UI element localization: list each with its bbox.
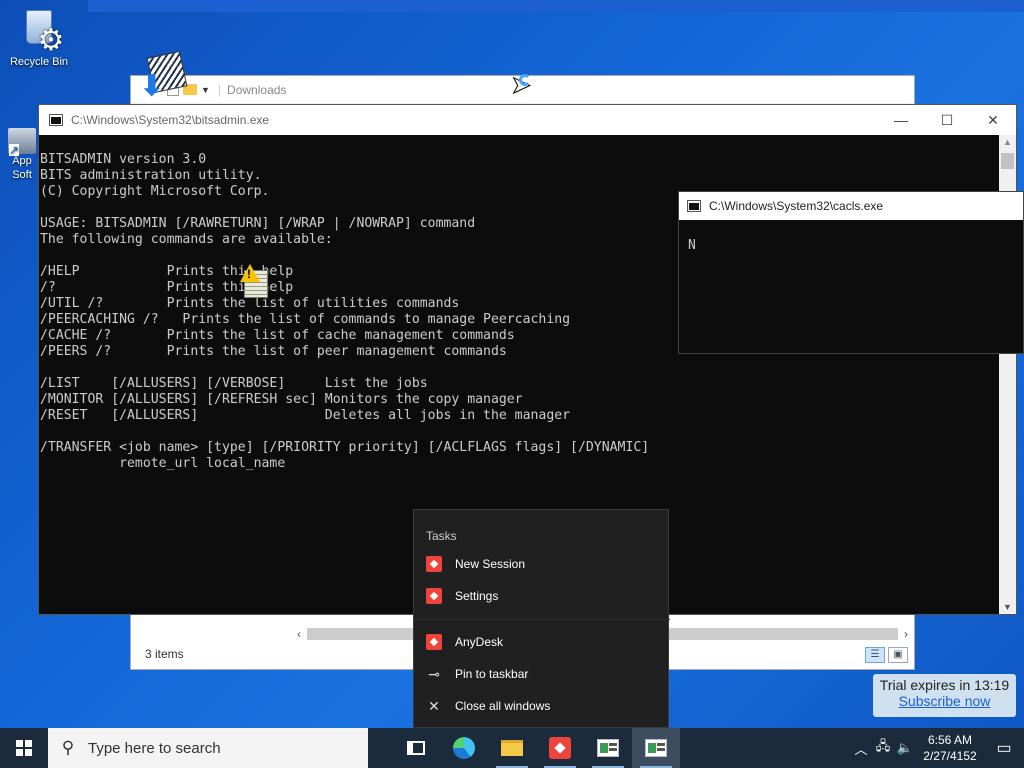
mouse-cursor: ➤ (511, 73, 535, 104)
clock-time: 6:56 AM (927, 733, 973, 747)
taskbar-anydesk-button[interactable] (536, 728, 584, 768)
dragged-file-icon: ⬇ (138, 50, 188, 100)
jump-list-item-label: Close all windows (455, 699, 551, 713)
windows-logo-icon (16, 740, 32, 756)
taskbar-explorer-button[interactable] (488, 728, 536, 768)
chevron-down-icon[interactable]: ▼ (201, 85, 210, 95)
search-placeholder: Type here to search (88, 739, 221, 757)
warning-file-icon: ! (240, 264, 270, 298)
system-tray: ︿ 🖧 🔈 6:56 AM 2/27/4152 ▭ (850, 728, 1024, 768)
anydesk-icon (549, 737, 571, 759)
console-title-bar[interactable]: C:\Windows\System32\bitsadmin.exe — ☐ ✕ (39, 105, 1016, 135)
large-icons-view-icon[interactable]: ▣ (888, 647, 908, 663)
wallpaper-strip (88, 0, 1024, 12)
trial-banner: Trial expires in 13:19 Subscribe now (873, 674, 1016, 717)
taskbar-search-box[interactable]: ⚲ Type here to search (48, 728, 368, 768)
anydesk-icon (426, 634, 442, 650)
jump-list-item-settings[interactable]: Settings (414, 580, 670, 612)
task-view-icon (407, 741, 425, 755)
taskbar: ⚲ Type here to search ︿ 🖧 🔈 6:56 AM 2/27… (0, 728, 1024, 768)
console-title: C:\Windows\System32\bitsadmin.exe (71, 113, 270, 127)
jump-list-item-label: Settings (455, 589, 499, 603)
busy-spinner-icon (519, 74, 531, 86)
taskbar-console-button-2[interactable] (632, 728, 680, 768)
apps-desktop-icon[interactable]: App Soft (2, 128, 42, 182)
recycle-bin-label: Recycle Bin (9, 56, 69, 68)
scroll-right-icon[interactable]: › (898, 627, 914, 641)
jump-list-item-label: Pin to taskbar (455, 667, 529, 681)
maximize-button[interactable]: ☐ (924, 105, 970, 135)
app-shortcut-icon (8, 128, 36, 156)
subscribe-link[interactable]: Subscribe now (873, 693, 1016, 709)
search-icon: ⚲ (61, 738, 75, 757)
jump-list-item-close-all[interactable]: ✕ Close all windows (414, 690, 670, 722)
close-button[interactable]: ✕ (970, 105, 1016, 135)
edge-icon (453, 737, 475, 759)
start-button[interactable] (0, 728, 48, 768)
trial-expires-text: Trial expires in 13:19 (879, 677, 1010, 693)
console-window-icon (645, 739, 667, 757)
jump-list-item-new-session[interactable]: New Session (414, 548, 670, 580)
anydesk-jump-list[interactable]: Tasks New Session Settings AnyDesk ⊸ Pin… (413, 509, 670, 728)
scroll-up-icon[interactable]: ▲ (999, 137, 1016, 147)
anydesk-icon (426, 588, 442, 604)
pin-icon: ⊸ (428, 665, 440, 682)
cacls-title: C:\Windows\System32\cacls.exe (709, 199, 884, 213)
jump-list-item-pin[interactable]: ⊸ Pin to taskbar (414, 658, 670, 690)
task-view-button[interactable] (392, 728, 440, 768)
network-icon[interactable]: 🖧 (872, 737, 894, 759)
volume-icon[interactable]: 🔈 (894, 740, 916, 756)
console-app-icon (687, 200, 701, 212)
apps-label: App Soft (12, 155, 32, 181)
explorer-address: Downloads (227, 82, 287, 97)
details-view-icon[interactable]: ☰ (865, 647, 885, 663)
explorer-status-items: 3 items (145, 647, 184, 661)
gear-icon: ⚙ (37, 24, 65, 57)
cacls-title-bar[interactable]: C:\Windows\System32\cacls.exe (679, 192, 1023, 220)
clock[interactable]: 6:56 AM 2/27/4152 (916, 732, 984, 764)
jump-list-item-label: AnyDesk (455, 635, 504, 649)
minimize-button[interactable]: — (878, 105, 924, 135)
console-app-icon (49, 114, 63, 126)
clock-date: 2/27/4152 (923, 749, 977, 763)
scroll-thumb[interactable] (1001, 153, 1014, 169)
scroll-down-icon[interactable]: ▼ (999, 602, 1016, 612)
recycle-bin-desktop-icon[interactable]: ⚙ Recycle Bin (4, 6, 74, 68)
scroll-left-icon[interactable]: ‹ (291, 627, 307, 641)
anydesk-icon (426, 556, 442, 572)
file-explorer-icon (501, 740, 523, 756)
taskbar-console-button[interactable] (584, 728, 632, 768)
recycle-bin-icon: ⚙ (22, 6, 64, 56)
jump-list-item-label: New Session (455, 557, 526, 571)
view-toggle[interactable]: ☰ ▣ (865, 647, 908, 663)
notifications-icon[interactable]: ▭ (984, 738, 1024, 758)
jump-list-divider (414, 619, 670, 620)
taskbar-edge-button[interactable] (440, 728, 488, 768)
jump-list-header: Tasks (426, 529, 457, 543)
cacls-console-window[interactable]: C:\Windows\System32\cacls.exe N (678, 191, 1024, 354)
cacls-output[interactable]: N (679, 220, 1023, 253)
console-window-icon (597, 739, 619, 757)
chevron-up-icon[interactable]: ︿ (850, 739, 872, 758)
jump-list-item-anydesk[interactable]: AnyDesk (414, 626, 670, 658)
close-icon: ✕ (428, 697, 440, 714)
